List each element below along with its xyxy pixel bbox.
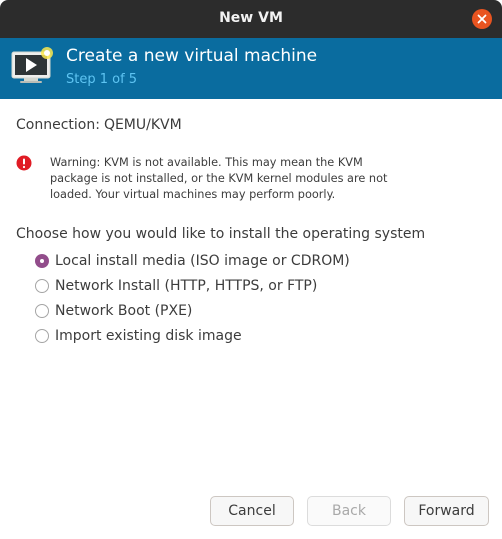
radio-network-install[interactable]: Network Install (HTTP, HTTPS, or FTP) [35,276,317,296]
page-title: Create a new virtual machine [66,46,318,66]
radio-import-disk-image[interactable]: Import existing disk image [35,326,242,346]
title-bar: New VM [0,0,502,38]
radio-network-boot[interactable]: Network Boot (PXE) [35,301,192,321]
radio-local-install-media[interactable]: Local install media (ISO image or CDROM) [35,251,350,271]
back-button[interactable]: Back [307,496,391,526]
forward-button[interactable]: Forward [404,496,489,526]
install-method-heading: Choose how you would like to install the… [16,226,426,242]
header-banner: Create a new virtual machine Step 1 of 5 [0,38,502,99]
monitor-play-icon [11,47,53,83]
connection-label: Connection: [16,117,100,133]
radio-button[interactable] [35,304,49,318]
radio-label: Local install media (ISO image or CDROM) [55,253,350,269]
close-button[interactable] [472,9,492,29]
cancel-button[interactable]: Cancel [210,496,294,526]
radio-button-checked[interactable] [35,254,49,268]
error-icon [16,155,32,171]
step-indicator: Step 1 of 5 [66,72,138,87]
connection-row: Connection: QEMU/KVM [16,117,182,133]
radio-button[interactable] [35,329,49,343]
radio-button[interactable] [35,279,49,293]
warning-message: Warning: KVM is not available. This may … [50,156,388,201]
radio-label: Import existing disk image [55,328,242,344]
radio-label: Network Install (HTTP, HTTPS, or FTP) [55,278,318,294]
radio-label: Network Boot (PXE) [55,303,193,319]
close-icon [477,14,487,24]
window-title: New VM [219,10,283,26]
connection-value: QEMU/KVM [103,117,182,133]
